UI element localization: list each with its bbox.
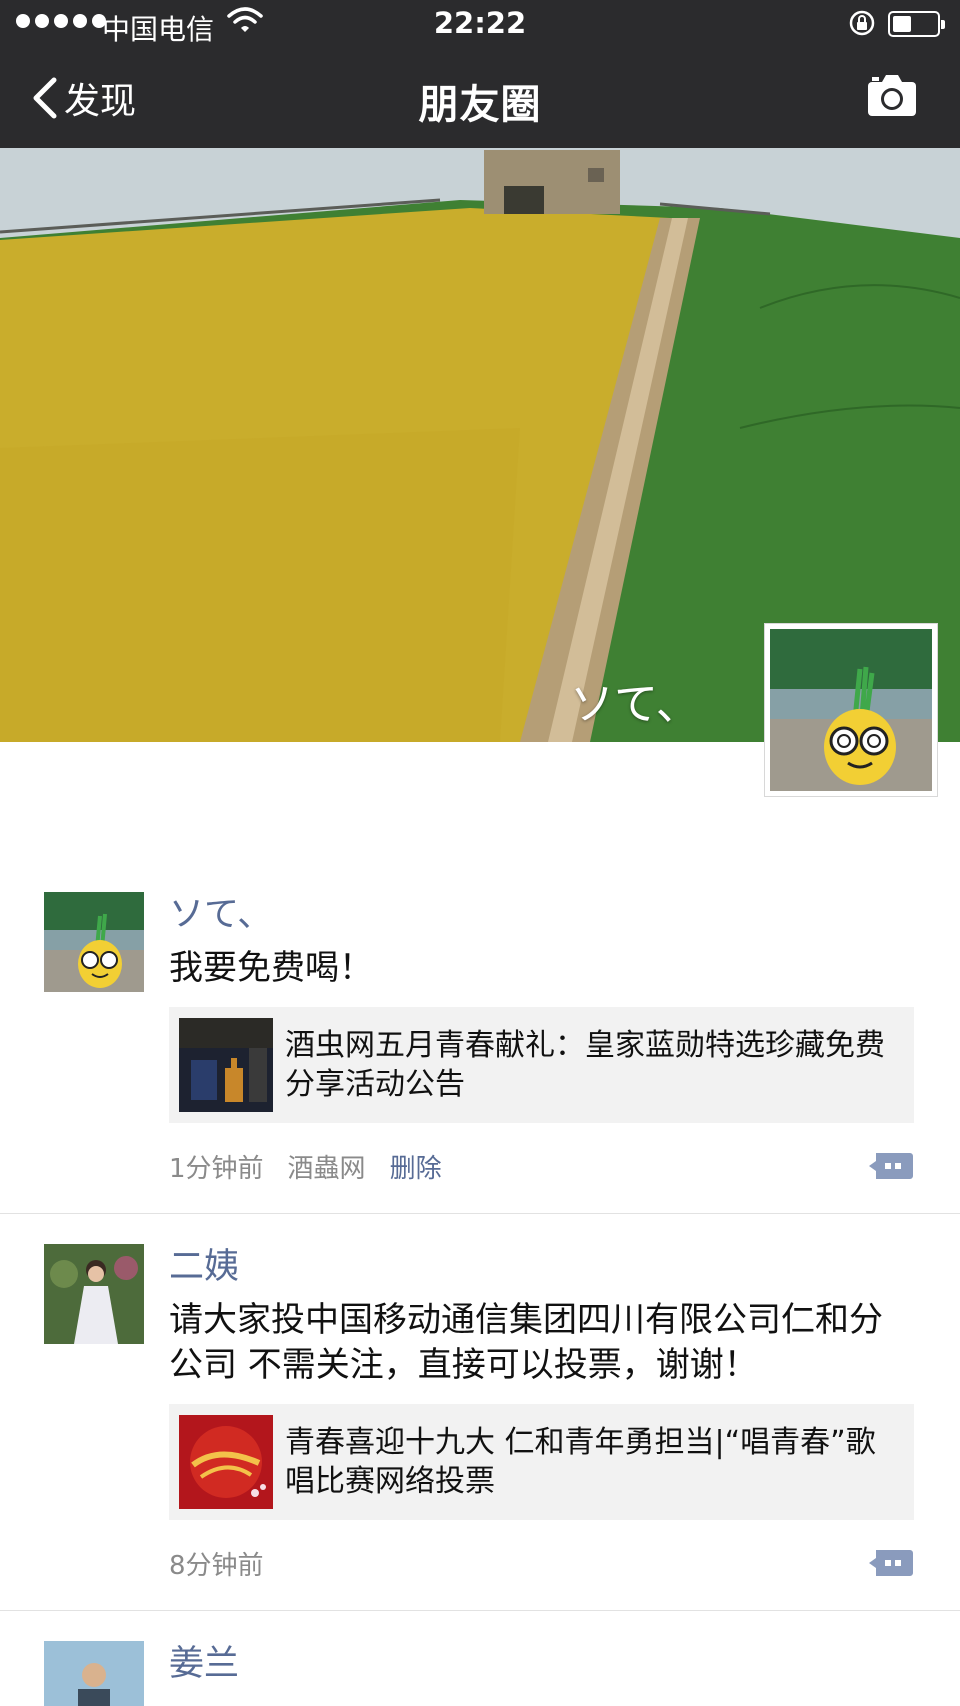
post-avatar[interactable] [44,892,144,992]
profile-avatar[interactable] [764,623,938,797]
man-photo-avatar-image [44,1641,144,1706]
post-author-name[interactable]: 二姨 [169,1244,914,1290]
post-author-name[interactable]: 姜兰 [169,1641,914,1687]
delete-button[interactable]: 删除 [390,1148,442,1185]
top-bar: 中国电信 22:22 发现 朋友圈 [0,0,960,148]
post-time: 8分钟前 [169,1550,264,1581]
feed-post: ソて、 我要免费喝！ 酒虫网五月青春献礼：皇家蓝勋特选珍藏免费分享活动公告 1分… [0,862,960,1214]
post-text: 我要免费喝！ [169,948,373,988]
feed-post: 二姨 请大家投中国移动通信集团四川有限公司仁和分公司 不需关注，直接可以投票，谢… [0,1214,960,1611]
girl-photo-avatar-image [44,1244,144,1344]
navigation-bar: 发现 朋友圈 [0,50,960,148]
post-author-name[interactable]: ソて、 [169,892,914,938]
battery-level [893,16,911,32]
red-poster-thumbnail-image [179,1415,273,1509]
link-title: 青春喜迎十九大 仁和青年勇担当|“唱青春”歌唱比赛网络投票 [285,1425,876,1499]
post-source[interactable]: 酒蟲网 [288,1148,366,1185]
shared-link-card[interactable]: 青春喜迎十九大 仁和青年勇担当|“唱青春”歌唱比赛网络投票 [169,1404,914,1520]
battery-icon [888,11,945,37]
post-time: 1分钟前 [169,1153,264,1184]
status-bar: 中国电信 22:22 [0,0,960,50]
page-title: 朋友圈 [418,82,542,128]
feed-post: 姜兰 [0,1611,960,1706]
status-time: 22:22 [433,6,527,40]
rotation-lock-icon [849,10,875,36]
whisky-bottle-thumbnail-image [179,1018,273,1112]
onion-head-avatar-image [44,892,144,992]
post-meta: 1分钟前 酒蟲网 删除 [169,1141,914,1191]
post-avatar[interactable] [44,1244,144,1344]
moments-feed: ソて、 我要免费喝！ 酒虫网五月青春献礼：皇家蓝勋特选珍藏免费分享活动公告 1分… [0,862,960,1706]
link-thumbnail [179,1415,273,1509]
post-avatar[interactable] [44,1641,144,1706]
camera-icon[interactable] [866,72,918,118]
link-title: 酒虫网五月青春献礼：皇家蓝勋特选珍藏免费分享活动公告 [285,1028,885,1102]
cover-user-name: ソて、 [570,679,700,730]
link-thumbnail [179,1018,273,1112]
post-meta: 8分钟前 [169,1538,914,1588]
shared-link-card[interactable]: 酒虫网五月青春献礼：皇家蓝勋特选珍藏免费分享活动公告 [169,1007,914,1123]
post-text: 请大家投中国移动通信集团四川有限公司仁和分公司 不需关注，直接可以投票，谢谢！ [169,1300,883,1385]
onion-head-avatar-image [770,629,932,791]
comment-icon[interactable] [868,1149,914,1183]
comment-icon[interactable] [868,1546,914,1580]
